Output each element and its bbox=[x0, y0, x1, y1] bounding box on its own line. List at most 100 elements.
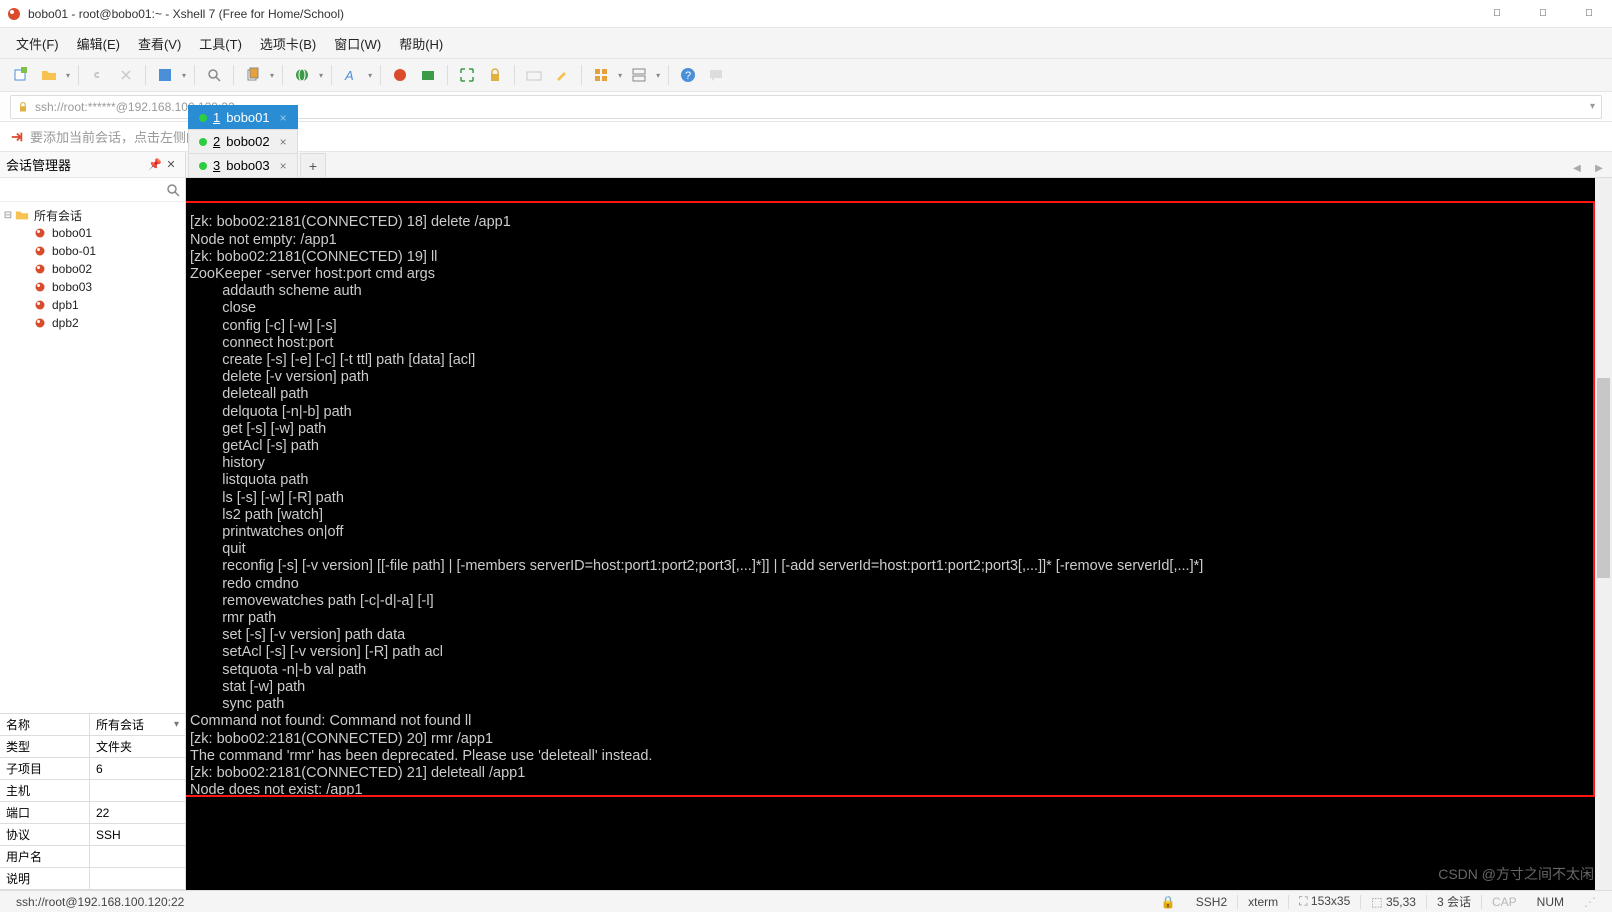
panel-search[interactable] bbox=[0, 178, 185, 202]
font-icon[interactable]: A bbox=[340, 64, 362, 86]
tab-add-button[interactable]: + bbox=[300, 153, 326, 177]
tab-label: bobo02 bbox=[226, 134, 269, 149]
highlight-icon[interactable] bbox=[551, 64, 573, 86]
layout-icon[interactable] bbox=[590, 64, 612, 86]
status-num: NUM bbox=[1527, 895, 1574, 909]
open-session-icon[interactable] bbox=[38, 64, 60, 86]
xshell-icon[interactable] bbox=[389, 64, 411, 86]
menu-window[interactable]: 窗口(W) bbox=[326, 30, 389, 57]
prop-value: 文件夹 bbox=[90, 736, 185, 758]
panel-header: 会话管理器 📌 ✕ bbox=[0, 152, 185, 178]
chevron-down-icon[interactable]: ▾ bbox=[1590, 101, 1595, 112]
tree-item[interactable]: dpb1 bbox=[2, 296, 183, 314]
tabstrip: 1bobo01×2bobo02×3bobo03× + ◀ ▶ bbox=[186, 152, 1612, 178]
xftp-icon[interactable] bbox=[417, 64, 439, 86]
separator bbox=[447, 65, 448, 85]
menu-edit[interactable]: 编辑(E) bbox=[69, 30, 128, 57]
separator bbox=[194, 65, 195, 85]
tree-root[interactable]: ⊟ 所有会话 bbox=[2, 206, 183, 224]
help-icon[interactable]: ? bbox=[677, 64, 699, 86]
scrollbar[interactable] bbox=[1595, 178, 1612, 890]
lock-icon[interactable] bbox=[484, 64, 506, 86]
menu-view[interactable]: 查看(V) bbox=[130, 30, 189, 57]
separator bbox=[233, 65, 234, 85]
pin-icon[interactable]: 📌 bbox=[147, 158, 163, 171]
chat-icon[interactable] bbox=[705, 64, 727, 86]
status-dot-icon bbox=[199, 114, 207, 122]
titlebar: bobo01 - root@bobo01:~ - Xshell 7 (Free … bbox=[0, 0, 1612, 28]
separator bbox=[145, 65, 146, 85]
minimize-button[interactable]:  bbox=[1474, 0, 1520, 28]
resize-grip[interactable]: ⋰ bbox=[1574, 895, 1606, 909]
session-manager-panel: 会话管理器 📌 ✕ ⊟ 所有会话 bobo01bobo-01 bobo02 bobo… bbox=[0, 152, 186, 890]
menu-tools[interactable]: 工具(T) bbox=[191, 30, 250, 57]
tab[interactable]: 2bobo02× bbox=[188, 129, 298, 153]
session-icon bbox=[32, 263, 48, 275]
tab[interactable]: 1 bobo01 × bbox=[188, 105, 298, 129]
prop-row: 主机 bbox=[0, 780, 185, 802]
arrow-icon[interactable] bbox=[10, 130, 24, 144]
tab-label: bobo03 bbox=[226, 158, 269, 173]
profile-icon[interactable] bbox=[154, 64, 176, 86]
keyboard-icon[interactable] bbox=[523, 64, 545, 86]
collapse-icon[interactable]: ⊟ bbox=[2, 210, 14, 221]
prop-value bbox=[90, 780, 185, 802]
tile-icon[interactable] bbox=[628, 64, 650, 86]
tab-close-icon[interactable]: × bbox=[280, 135, 287, 149]
new-session-icon[interactable] bbox=[10, 64, 32, 86]
prop-value: 22 bbox=[90, 802, 185, 824]
toolbar: ▾ ▾ ▾ ▾ A ▾ ▾ ▾ ? bbox=[0, 58, 1612, 92]
tree-item-label: dpb1 bbox=[52, 298, 79, 312]
menu-tabs[interactable]: 选项卡(B) bbox=[252, 30, 324, 57]
status-ssh: SSH2 bbox=[1186, 895, 1237, 909]
prop-value bbox=[90, 868, 185, 890]
tree-item-label: bobo03 bbox=[52, 280, 92, 294]
properties-table: 名称所有会话▾类型文件夹子项目6主机端口22协议SSH用户名说明 bbox=[0, 713, 185, 890]
status-caps: CAP bbox=[1482, 895, 1527, 909]
tree-item[interactable]: bobo03 bbox=[2, 278, 183, 296]
fullscreen-icon[interactable] bbox=[456, 64, 478, 86]
folder-icon bbox=[14, 208, 30, 222]
tree-item-label: bobo02 bbox=[52, 262, 92, 276]
session-icon bbox=[32, 299, 48, 311]
session-icon bbox=[32, 281, 48, 293]
prop-value bbox=[90, 846, 185, 868]
prop-row: 协议SSH bbox=[0, 824, 185, 846]
scrollbar-thumb[interactable] bbox=[1597, 378, 1610, 578]
tree-root-label: 所有会话 bbox=[34, 207, 82, 224]
maximize-button[interactable]:  bbox=[1520, 0, 1566, 28]
tab-close-icon[interactable]: × bbox=[280, 159, 287, 173]
separator bbox=[514, 65, 515, 85]
tab-close-icon[interactable]: × bbox=[280, 111, 287, 125]
close-icon[interactable]: ✕ bbox=[163, 158, 179, 171]
separator bbox=[282, 65, 283, 85]
tree-item[interactable]: bobo01 bbox=[2, 224, 183, 242]
menu-file[interactable]: 文件(F) bbox=[8, 30, 67, 57]
tab[interactable]: 3bobo03× bbox=[188, 153, 298, 177]
close-button[interactable]:  bbox=[1566, 0, 1612, 28]
link-icon[interactable] bbox=[87, 64, 109, 86]
svg-text:?: ? bbox=[685, 70, 691, 82]
separator bbox=[380, 65, 381, 85]
prop-key: 名称 bbox=[0, 714, 90, 736]
tab-next-icon[interactable]: ▶ bbox=[1590, 159, 1608, 177]
tree-item[interactable]: bobo-01 bbox=[2, 242, 183, 260]
search-icon[interactable] bbox=[203, 64, 225, 86]
menu-help[interactable]: 帮助(H) bbox=[391, 30, 451, 57]
prop-key: 子项目 bbox=[0, 758, 90, 780]
tab-prev-icon[interactable]: ◀ bbox=[1568, 159, 1586, 177]
globe-icon[interactable] bbox=[291, 64, 313, 86]
terminal[interactable]: [zk: bobo02:2181(CONNECTED) 18] delete /… bbox=[186, 178, 1612, 890]
session-tree[interactable]: ⊟ 所有会话 bobo01bobo-01 bobo02 bobo03 dpb1 dpb2 bbox=[0, 202, 185, 713]
tree-item[interactable]: bobo02 bbox=[2, 260, 183, 278]
copy-icon[interactable] bbox=[242, 64, 264, 86]
prop-row: 用户名 bbox=[0, 846, 185, 868]
chevron-down-icon[interactable]: ▾ bbox=[174, 719, 179, 730]
prop-key: 说明 bbox=[0, 868, 90, 890]
status-pos: ⬚ 35,33 bbox=[1361, 895, 1426, 909]
tree-item[interactable]: dpb2 bbox=[2, 314, 183, 332]
tab-label: bobo01 bbox=[226, 110, 269, 125]
tab-number: 1 bbox=[213, 110, 220, 125]
prop-value: 6 bbox=[90, 758, 185, 780]
unlink-icon[interactable] bbox=[115, 64, 137, 86]
